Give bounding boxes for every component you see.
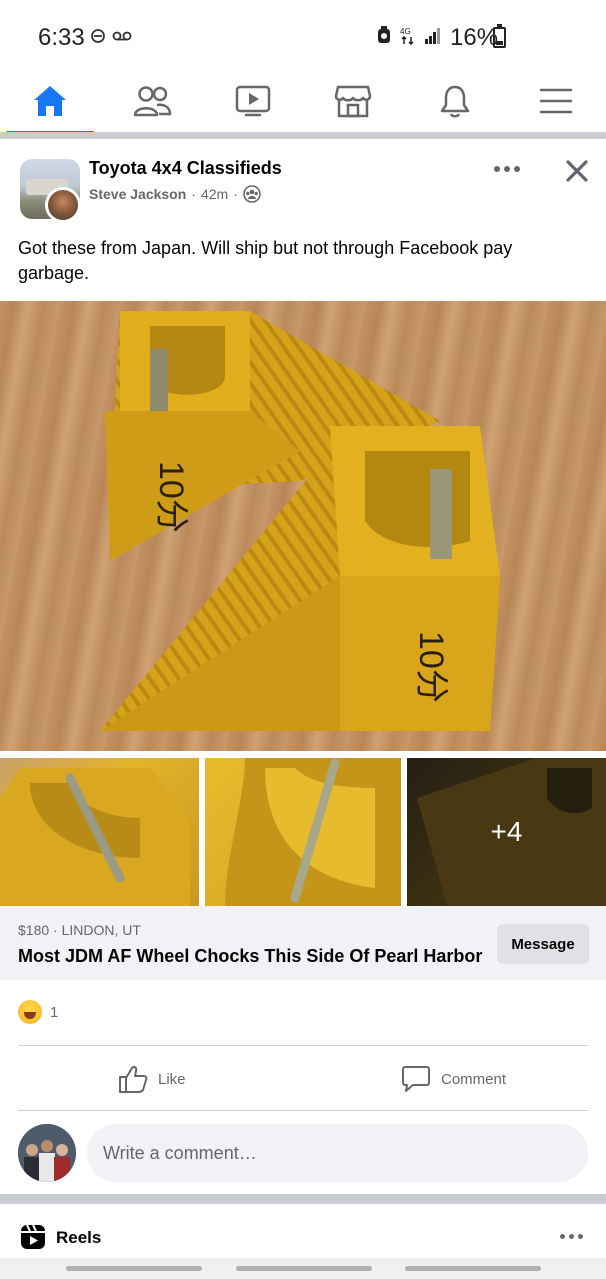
data-saver-icon <box>378 26 390 43</box>
more-photos-thumbnail[interactable]: +4 <box>407 758 606 906</box>
comment-label: Comment <box>441 1070 507 1088</box>
status-bar: 6:33 4G 16% <box>0 0 606 70</box>
marketplace-listing[interactable]: $180 · LINDON, UT Most JDM AF Wheel Choc… <box>0 906 606 980</box>
menu-icon <box>539 88 573 114</box>
sync-icon <box>91 29 105 43</box>
author-avatar[interactable] <box>45 187 81 223</box>
home-icon <box>34 86 66 116</box>
close-icon <box>566 160 588 182</box>
meta-separator: · <box>233 186 238 202</box>
wheel-chocks-image: 10分 10分 <box>100 311 500 731</box>
gesture-bar <box>0 1258 606 1279</box>
nav-menu[interactable] <box>508 70 604 132</box>
haha-icon <box>18 1000 42 1024</box>
meta-separator: · <box>191 186 196 202</box>
svg-text:4G: 4G <box>400 27 411 36</box>
nav-notifications[interactable] <box>407 70 503 132</box>
post-text: Got these from Japan. Will ship but not … <box>18 238 513 283</box>
listing-price-location: $180 · LINDON, UT <box>18 922 141 938</box>
thumbnail-image <box>225 758 401 906</box>
dot <box>504 166 510 172</box>
like-label: Like <box>158 1070 186 1088</box>
section-divider <box>0 1194 606 1204</box>
svg-text:10分: 10分 <box>152 461 190 533</box>
dot <box>494 166 500 172</box>
divider <box>18 1045 588 1046</box>
bell-icon <box>440 85 470 118</box>
comment-icon <box>402 1066 430 1092</box>
author-name[interactable]: Steve Jackson <box>89 186 186 202</box>
main-photo[interactable]: 10分 10分 <box>0 301 606 751</box>
status-left-icons <box>90 28 132 44</box>
signal-icon <box>425 28 440 44</box>
group-icon <box>243 185 261 203</box>
reels-options-button[interactable] <box>560 1234 583 1239</box>
nav-friends[interactable] <box>104 70 200 132</box>
battery-icon <box>493 24 506 48</box>
svg-text:10分: 10分 <box>412 631 450 703</box>
nav-marketplace[interactable] <box>305 70 401 132</box>
photo-thumbnail[interactable] <box>0 758 199 906</box>
nav-home[interactable] <box>2 70 98 134</box>
photo-thumbnail[interactable] <box>205 758 401 906</box>
voicemail-icon <box>112 31 132 41</box>
dot <box>514 166 520 172</box>
group-name[interactable]: Toyota 4x4 Classifieds <box>89 158 282 179</box>
comment-button[interactable]: Comment <box>401 1060 506 1098</box>
hide-post-button[interactable] <box>560 154 594 188</box>
avatar-image <box>18 1124 76 1182</box>
message-button[interactable]: Message <box>497 924 589 964</box>
dot <box>578 1234 583 1239</box>
status-right-icons: 4G <box>376 25 442 45</box>
reels-icon <box>21 1224 45 1249</box>
divider <box>18 1110 588 1111</box>
dot <box>569 1234 574 1239</box>
battery-percent: 16% <box>450 24 499 51</box>
post-meta: Steve Jackson · 42m · <box>89 185 261 203</box>
nav-video[interactable] <box>205 70 301 132</box>
reaction-count: 1 <box>50 1003 59 1021</box>
post-options-button[interactable] <box>492 159 522 179</box>
friends-icon <box>133 86 172 117</box>
gesture-handle[interactable] <box>236 1266 372 1271</box>
nav-divider <box>0 132 606 139</box>
dot <box>560 1234 565 1239</box>
thumbs-up-icon <box>119 1066 148 1093</box>
more-photos-count: +4 <box>407 758 606 906</box>
lte-icon: 4G <box>400 27 414 45</box>
status-time: 6:33 <box>38 24 85 51</box>
gesture-handle[interactable] <box>66 1266 202 1271</box>
comment-input[interactable]: Write a comment… <box>87 1124 588 1182</box>
reactions-summary[interactable]: 1 <box>18 1000 58 1024</box>
reels-label: Reels <box>56 1228 102 1247</box>
video-icon <box>235 85 271 117</box>
reels-header[interactable]: Reels <box>0 1204 606 1264</box>
current-user-avatar[interactable] <box>18 1124 76 1182</box>
thumbnail-image <box>0 768 190 906</box>
post-header: Toyota 4x4 Classifieds Steve Jackson · 4… <box>0 139 606 231</box>
main-nav <box>0 70 606 134</box>
marketplace-icon <box>334 85 372 118</box>
listing-title: Most JDM AF Wheel Chocks This Side Of Pe… <box>18 946 483 966</box>
gesture-handle[interactable] <box>405 1266 541 1271</box>
like-button[interactable]: Like <box>118 1060 186 1098</box>
post-time[interactable]: 42m <box>201 186 228 202</box>
